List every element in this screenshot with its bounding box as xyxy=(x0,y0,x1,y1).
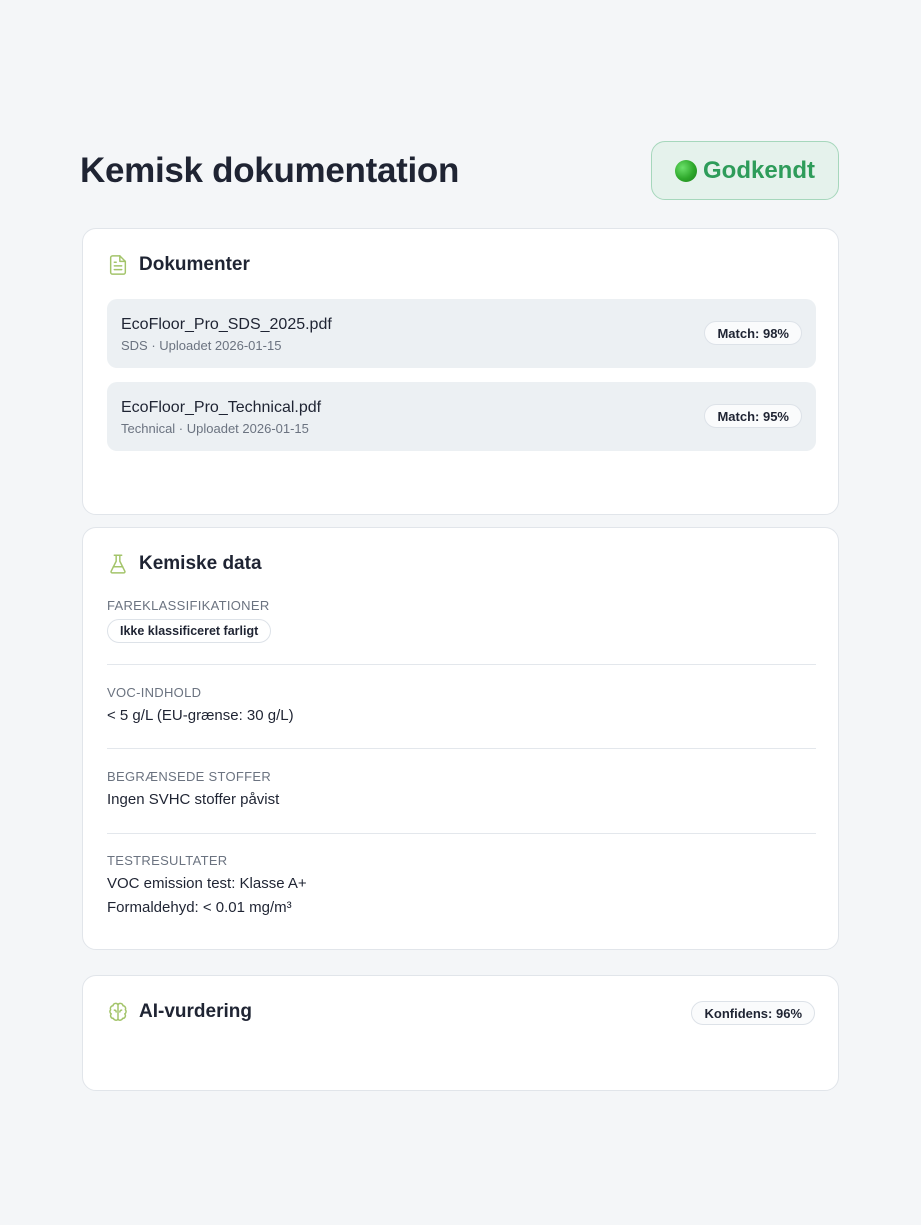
document-meta: Technical · Uploadet 2026-01-15 xyxy=(121,421,309,436)
hazard-section: FAREKLASSIFIKATIONER Ikke klassificeret … xyxy=(107,598,816,643)
flask-icon xyxy=(107,553,129,575)
document-item[interactable]: EcoFloor_Pro_SDS_2025.pdf SDS · Uploadet… xyxy=(107,299,816,368)
restricted-section: BEGRÆNSEDE STOFFER Ingen SVHC stoffer på… xyxy=(107,769,816,812)
divider xyxy=(107,833,816,834)
page-title: Kemisk dokumentation xyxy=(80,151,460,190)
match-badge: Match: 98% xyxy=(704,321,802,345)
chemical-title: Kemiske data xyxy=(139,553,262,574)
document-meta: SDS · Uploadet 2026-01-15 xyxy=(121,338,282,353)
document-name[interactable]: EcoFloor_Pro_Technical.pdf xyxy=(121,399,321,417)
divider xyxy=(107,664,816,665)
voc-section: VOC-INDHOLD < 5 g/L (EU-grænse: 30 g/L) xyxy=(107,685,816,728)
documents-title: Dokumenter xyxy=(139,254,250,275)
voc-label: VOC-INDHOLD xyxy=(107,685,202,700)
documents-card-header: Dokumenter xyxy=(107,254,250,276)
documents-card: Dokumenter EcoFloor_Pro_SDS_2025.pdf SDS… xyxy=(82,228,839,515)
document-icon xyxy=(107,254,129,276)
tests-label: TESTRESULTATER xyxy=(107,853,228,868)
match-badge: Match: 95% xyxy=(704,404,802,428)
tests-values: VOC emission test: Klasse A+ Formaldehyd… xyxy=(107,872,816,920)
ai-assessment-card: AI-vurdering Konfidens: 96% xyxy=(82,975,839,1091)
test-result-line: VOC emission test: Klasse A+ xyxy=(107,875,307,892)
document-name[interactable]: EcoFloor_Pro_SDS_2025.pdf xyxy=(121,316,332,334)
chemical-data-card: Kemiske data FAREKLASSIFIKATIONER Ikke k… xyxy=(82,527,839,950)
divider xyxy=(107,748,816,749)
brain-icon xyxy=(107,1001,129,1023)
status-dot-icon xyxy=(675,159,697,182)
page: Kemisk dokumentation Godkendt Dokumenter… xyxy=(0,0,921,1225)
voc-value: < 5 g/L (EU-grænse: 30 g/L) xyxy=(107,707,294,724)
ai-title: AI-vurdering xyxy=(139,1001,252,1022)
restricted-label: BEGRÆNSEDE STOFFER xyxy=(107,769,272,784)
hazard-label: FAREKLASSIFIKATIONER xyxy=(107,598,270,613)
chemical-card-header: Kemiske data xyxy=(107,553,262,575)
ai-card-header: AI-vurdering xyxy=(107,1001,252,1023)
test-result-line: Formaldehyd: < 0.01 mg/m³ xyxy=(107,899,292,916)
document-item[interactable]: EcoFloor_Pro_Technical.pdf Technical · U… xyxy=(107,382,816,451)
restricted-value: Ingen SVHC stoffer påvist xyxy=(107,791,280,808)
hazard-tag: Ikke klassificeret farligt xyxy=(107,619,272,643)
status-badge: Godkendt xyxy=(651,141,839,200)
tests-section: TESTRESULTATER VOC emission test: Klasse… xyxy=(107,853,816,920)
confidence-badge: Konfidens: 96% xyxy=(691,1001,815,1025)
status-label: Godkendt xyxy=(703,156,815,184)
page-header: Kemisk dokumentation Godkendt xyxy=(80,141,839,202)
